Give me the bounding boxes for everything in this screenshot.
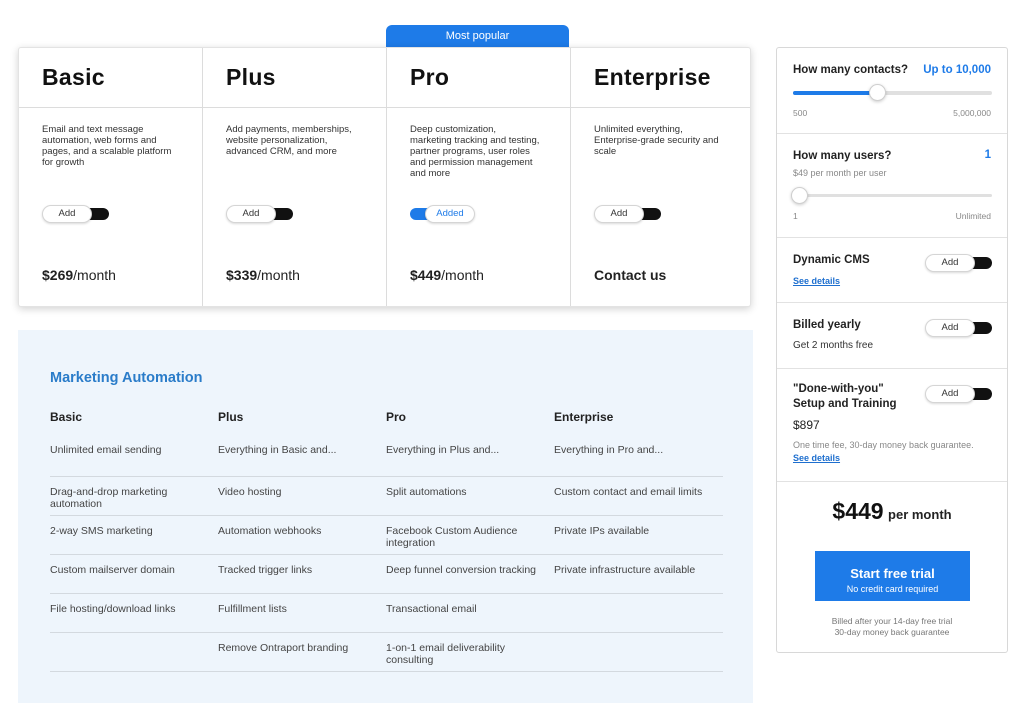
table-cell: Everything in Basic and... bbox=[218, 444, 337, 456]
plan-enterprise: Enterprise Unlimited everything, Enterpr… bbox=[571, 48, 750, 306]
plan-description: Add payments, memberships, website perso… bbox=[226, 124, 352, 157]
add-enterprise-toggle[interactable]: Add bbox=[594, 205, 661, 223]
users-price-note: $49 per month per user bbox=[793, 168, 887, 178]
table-cell: Unlimited email sending bbox=[50, 444, 162, 456]
order-summary-sidebar: How many contacts? Up to 10,000 500 5,00… bbox=[776, 47, 1008, 653]
plan-price: $449/month bbox=[410, 267, 484, 283]
plan-pro: Pro Deep customization, marketing tracki… bbox=[387, 48, 571, 306]
table-cell: Custom mailserver domain bbox=[50, 564, 175, 576]
plan-name: Enterprise bbox=[594, 64, 711, 90]
features-title: Marketing Automation bbox=[50, 370, 203, 386]
billed-yearly-label: Billed yearly bbox=[793, 319, 861, 331]
cta-subtitle: No credit card required bbox=[846, 584, 939, 594]
contacts-section: How many contacts? Up to 10,000 500 5,00… bbox=[777, 48, 1007, 134]
users-value: 1 bbox=[984, 149, 991, 161]
features-table: Basic Plus Pro Enterprise Unlimited emai… bbox=[50, 410, 723, 672]
total-period: per month bbox=[888, 507, 952, 522]
start-free-trial-button[interactable]: Start free trial No credit card required bbox=[815, 551, 970, 601]
table-cell: Transactional email bbox=[386, 603, 477, 615]
table-cell: Split automations bbox=[386, 486, 467, 498]
table-cell: Deep funnel conversion tracking bbox=[386, 564, 537, 576]
contacts-slider-handle[interactable] bbox=[869, 84, 886, 101]
training-label-line2: Setup and Training bbox=[793, 398, 897, 410]
table-cell: Everything in Pro and... bbox=[554, 444, 664, 456]
cms-see-details-link[interactable]: See details bbox=[793, 276, 840, 286]
billing-section: Billed yearly Get 2 months free Add bbox=[777, 303, 1007, 369]
table-cell: 2-way SMS marketing bbox=[50, 525, 153, 537]
add-pro-toggle[interactable]: Added bbox=[410, 205, 477, 223]
table-row: Custom mailserver domain Tracked trigger… bbox=[50, 555, 723, 594]
training-label-line1: "Done-with-you" bbox=[793, 383, 884, 395]
contacts-value: Up to 10,000 bbox=[923, 64, 991, 76]
plan-description: Unlimited everything, Enterprise-grade s… bbox=[594, 124, 719, 157]
training-see-details-link[interactable]: See details bbox=[793, 453, 840, 463]
table-cell: Private infrastructure available bbox=[554, 564, 696, 576]
dynamic-cms-section: Dynamic CMS See details Add bbox=[777, 238, 1007, 303]
plan-basic: Basic Email and text message automation,… bbox=[19, 48, 203, 306]
total-amount: $449 bbox=[832, 498, 884, 524]
most-popular-tab: Most popular bbox=[386, 25, 569, 48]
add-plus-toggle[interactable]: Add bbox=[226, 205, 293, 223]
table-cell: 1-on-1 email deliverability consulting bbox=[386, 642, 506, 666]
table-row: Unlimited email sending Everything in Ba… bbox=[50, 440, 723, 477]
features-panel: Marketing Automation Basic Plus Pro Ente… bbox=[18, 330, 753, 703]
plan-plus: Plus Add payments, memberships, website … bbox=[203, 48, 387, 306]
table-cell: File hosting/download links bbox=[50, 603, 176, 615]
plan-price: $269/month bbox=[42, 267, 116, 283]
billing-fine-print: Billed after your 14-day free trial 30-d… bbox=[831, 616, 953, 637]
users-max: Unlimited bbox=[955, 211, 991, 221]
contacts-max: 5,000,000 bbox=[953, 108, 991, 118]
training-section: "Done-with-you" Setup and Training $897 … bbox=[777, 369, 1007, 482]
plan-name: Basic bbox=[42, 64, 105, 90]
contacts-slider-fill bbox=[793, 91, 877, 95]
table-cell: Automation webhooks bbox=[218, 525, 322, 537]
column-header: Plus bbox=[218, 410, 244, 424]
total-price: $449 per month bbox=[777, 498, 1007, 525]
table-cell bbox=[554, 642, 722, 671]
table-row: 2-way SMS marketing Automation webhooks … bbox=[50, 516, 723, 555]
users-slider-handle[interactable] bbox=[791, 187, 808, 204]
plan-description: Email and text message automation, web f… bbox=[42, 124, 172, 168]
table-cell: Fulfillment lists bbox=[218, 603, 287, 615]
plan-description: Deep customization, marketing tracking a… bbox=[410, 124, 540, 179]
users-label: How many users? bbox=[793, 150, 892, 162]
table-cell: Everything in Plus and... bbox=[386, 444, 500, 456]
contacts-min: 500 bbox=[793, 108, 808, 118]
billed-yearly-toggle[interactable]: Add bbox=[925, 319, 992, 337]
training-note: One time fee, 30-day money back guarante… bbox=[793, 440, 974, 450]
plans-card: Basic Email and text message automation,… bbox=[18, 47, 751, 307]
billing-promo: Get 2 months free bbox=[793, 340, 874, 351]
training-price: $897 bbox=[793, 418, 820, 432]
cta-title: Start free trial bbox=[850, 566, 935, 581]
table-cell: Custom contact and email limits bbox=[554, 486, 703, 498]
plan-name: Pro bbox=[410, 64, 450, 90]
table-cell: Drag-and-drop marketing automation bbox=[50, 486, 168, 510]
contacts-slider[interactable] bbox=[793, 84, 992, 101]
plan-price: $339/month bbox=[226, 267, 300, 283]
column-header: Pro bbox=[386, 410, 407, 424]
table-row: Drag-and-drop marketing automation Video… bbox=[50, 477, 723, 516]
contacts-label: How many contacts? bbox=[793, 64, 909, 76]
dynamic-cms-label: Dynamic CMS bbox=[793, 254, 870, 266]
add-cms-toggle[interactable]: Add bbox=[925, 254, 992, 272]
users-slider[interactable] bbox=[791, 187, 992, 204]
table-row: Remove Ontraport branding 1-on-1 email d… bbox=[50, 633, 723, 672]
add-basic-toggle[interactable]: Add bbox=[42, 205, 109, 223]
users-min: 1 bbox=[793, 211, 798, 221]
features-header: Basic Plus Pro Enterprise bbox=[50, 410, 723, 440]
table-row: File hosting/download links Fulfillment … bbox=[50, 594, 723, 633]
add-training-toggle[interactable]: Add bbox=[925, 385, 992, 403]
table-cell: Video hosting bbox=[218, 486, 282, 498]
plan-name: Plus bbox=[226, 64, 276, 90]
table-cell: Facebook Custom Audience integration bbox=[386, 525, 518, 549]
table-cell bbox=[50, 642, 218, 671]
table-cell: Private IPs available bbox=[554, 525, 650, 537]
table-cell bbox=[554, 603, 722, 632]
column-header: Basic bbox=[50, 410, 83, 424]
table-cell: Remove Ontraport branding bbox=[218, 642, 349, 654]
column-header: Enterprise bbox=[554, 410, 614, 424]
users-section: How many users? 1 $49 per month per user… bbox=[777, 134, 1007, 238]
plan-price: Contact us bbox=[594, 267, 667, 283]
table-cell: Tracked trigger links bbox=[218, 564, 313, 576]
